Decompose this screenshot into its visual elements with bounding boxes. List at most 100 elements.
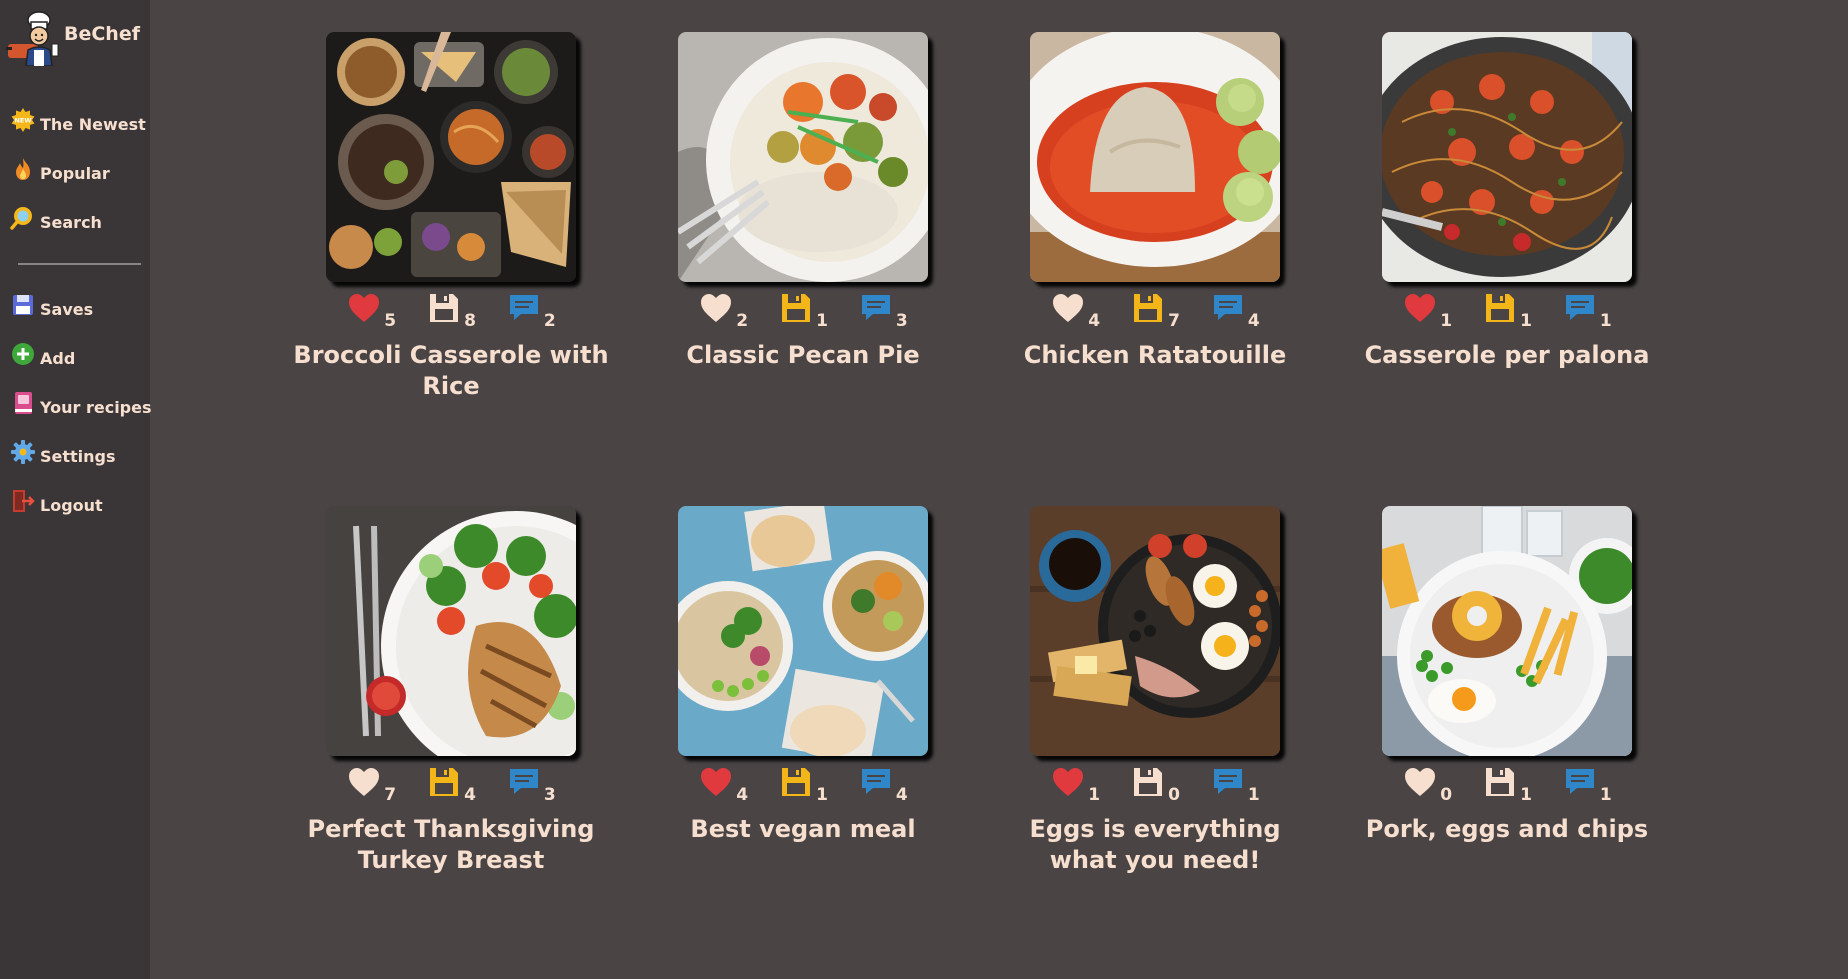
recipe-title[interactable]: Classic Pecan Pie xyxy=(638,340,968,371)
like-button[interactable]: 1 xyxy=(1402,290,1452,331)
like-button[interactable]: 5 xyxy=(346,290,397,331)
save-button[interactable]: 1 xyxy=(778,764,828,805)
sidebar-item-logout[interactable]: Logout xyxy=(10,481,142,530)
like-button-count: 5 xyxy=(384,311,397,331)
recipe-image[interactable] xyxy=(1382,32,1632,282)
comment-button-count: 3 xyxy=(543,785,556,805)
save-button-count: 1 xyxy=(1520,311,1532,331)
save-button-count: 1 xyxy=(816,785,828,805)
recipe-image[interactable] xyxy=(326,506,576,756)
comment-icon xyxy=(1562,764,1598,804)
recipe-book-icon xyxy=(10,390,36,416)
heart-icon xyxy=(1402,764,1438,804)
like-button-count: 2 xyxy=(736,311,749,331)
recipe-card: 4 1 4 Best vegan meal xyxy=(638,506,968,845)
comment-icon xyxy=(506,764,542,804)
recipe-image[interactable] xyxy=(1030,32,1280,282)
floppy-disk-icon xyxy=(426,764,462,804)
save-button[interactable]: 1 xyxy=(778,290,828,331)
comment-button[interactable]: 3 xyxy=(858,290,908,331)
sidebar-divider xyxy=(18,263,141,265)
recipe-title[interactable]: Perfect Thanksgiving Turkey Breast xyxy=(286,814,616,876)
heart-icon xyxy=(1050,764,1086,804)
floppy-disk-icon xyxy=(10,292,36,318)
recipe-card: 0 1 1 Pork, eggs and chips xyxy=(1342,506,1672,845)
chef-logo-icon xyxy=(6,11,59,66)
save-button[interactable]: 8 xyxy=(426,290,476,331)
recipe-title[interactable]: Eggs is everything what you need! xyxy=(990,814,1320,876)
comment-button[interactable]: 1 xyxy=(1210,764,1260,805)
recipe-stats: 7 4 3 xyxy=(286,762,616,805)
recipe-title[interactable]: Broccoli Casserole with Rice xyxy=(286,340,616,402)
recipe-card: 2 1 3 Classic Pecan Pie xyxy=(638,32,968,371)
floppy-disk-icon xyxy=(1130,290,1166,330)
like-button[interactable]: 4 xyxy=(698,764,749,805)
comment-icon xyxy=(858,764,894,804)
recipe-title[interactable]: Casserole per palona xyxy=(1342,340,1672,371)
save-button[interactable]: 1 xyxy=(1482,290,1532,331)
sidebar-item-search[interactable]: Search xyxy=(10,198,142,247)
comment-button[interactable]: 4 xyxy=(858,764,908,805)
like-button-count: 0 xyxy=(1440,785,1453,805)
recipe-title[interactable]: Best vegan meal xyxy=(638,814,968,845)
comment-button[interactable]: 2 xyxy=(506,290,556,331)
like-button-count: 4 xyxy=(736,785,749,805)
sidebar-item-add[interactable]: Add xyxy=(10,334,142,383)
comment-button-count: 4 xyxy=(895,785,908,805)
new-badge-icon: NEW xyxy=(10,107,36,133)
like-button-count: 4 xyxy=(1088,311,1101,331)
like-button[interactable]: 1 xyxy=(1050,764,1100,805)
sidebar-item-label: Your recipes xyxy=(40,398,152,417)
recipe-title[interactable]: Chicken Ratatouille xyxy=(990,340,1320,371)
sidebar: BeChef NEW The Newest Popular Search Sav… xyxy=(0,0,152,979)
comment-button-count: 3 xyxy=(895,311,908,331)
recipe-image[interactable] xyxy=(678,506,928,756)
sidebar-item-popular[interactable]: Popular xyxy=(10,149,142,198)
comment-button[interactable]: 1 xyxy=(1562,764,1612,805)
recipe-title[interactable]: Pork, eggs and chips xyxy=(1342,814,1672,845)
heart-icon xyxy=(1402,290,1438,330)
heart-icon xyxy=(1050,290,1086,330)
sidebar-item-your-recipes[interactable]: Your recipes xyxy=(10,383,152,432)
recipe-image[interactable] xyxy=(1030,506,1280,756)
comment-icon xyxy=(1210,290,1246,330)
comment-button[interactable]: 3 xyxy=(506,764,556,805)
sidebar-item-saves[interactable]: Saves xyxy=(10,285,142,334)
floppy-disk-icon xyxy=(1482,764,1518,804)
save-button-count: 4 xyxy=(464,785,476,805)
like-button[interactable]: 4 xyxy=(1050,290,1101,331)
sidebar-item-label: Add xyxy=(40,349,76,368)
like-button-count: 7 xyxy=(384,785,397,805)
sidebar-item-settings[interactable]: Settings xyxy=(10,432,142,481)
recipe-grid: 5 8 2 Broccoli Casserole with Rice 2 1 3 Cla… xyxy=(150,0,1848,979)
floppy-disk-icon xyxy=(778,764,814,804)
search-icon xyxy=(10,205,36,231)
floppy-disk-icon xyxy=(426,290,462,330)
fire-icon xyxy=(10,156,36,182)
sidebar-nav: NEW The Newest Popular Search Saves Add … xyxy=(10,100,152,530)
recipe-stats: 1 1 1 xyxy=(1342,288,1672,331)
save-button[interactable]: 0 xyxy=(1130,764,1180,805)
save-button[interactable]: 1 xyxy=(1482,764,1532,805)
save-button[interactable]: 4 xyxy=(426,764,476,805)
like-button[interactable]: 2 xyxy=(698,290,749,331)
sidebar-item-the-newest[interactable]: NEW The Newest xyxy=(10,100,146,149)
comment-button[interactable]: 4 xyxy=(1210,290,1260,331)
sidebar-item-label: Settings xyxy=(40,447,116,466)
comment-button-count: 2 xyxy=(543,311,556,331)
recipe-image[interactable] xyxy=(1382,506,1632,756)
recipe-stats: 4 1 4 xyxy=(638,762,968,805)
heart-icon xyxy=(698,764,734,804)
heart-icon xyxy=(346,764,382,804)
recipe-image[interactable] xyxy=(326,32,576,282)
like-button[interactable]: 0 xyxy=(1402,764,1453,805)
plus-circle-icon xyxy=(10,341,36,367)
like-button[interactable]: 7 xyxy=(346,764,397,805)
brand-logo[interactable]: BeChef xyxy=(6,8,140,66)
recipe-image[interactable] xyxy=(678,32,928,282)
save-button-count: 8 xyxy=(464,311,476,331)
comment-button[interactable]: 1 xyxy=(1562,290,1612,331)
sidebar-item-label: The Newest xyxy=(40,115,146,134)
recipe-stats: 0 1 1 xyxy=(1342,762,1672,805)
save-button[interactable]: 7 xyxy=(1130,290,1180,331)
